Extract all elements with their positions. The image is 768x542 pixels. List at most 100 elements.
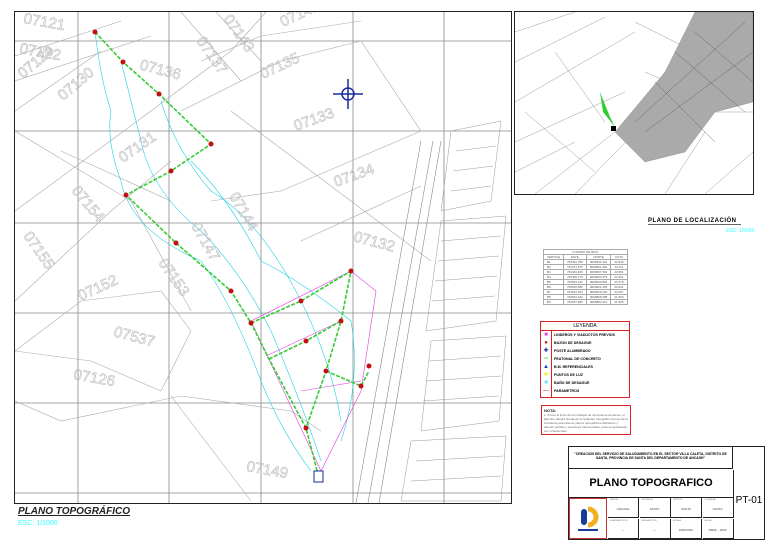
legend-item: BAÑO DE DESAGUE (554, 381, 590, 385)
legend: LEYENDA ■ LINDEROS Y VIADUCTOS PREVIOS ● BU… (540, 321, 630, 398)
sewer-network (94, 31, 370, 479)
table-cell: 763547.386 (562, 299, 587, 305)
line-red-icon: — (543, 388, 549, 394)
table-cell: 21.395 (610, 299, 628, 305)
legend-title: LEYENDA (541, 322, 629, 331)
table-cell: 763510.680 (562, 284, 587, 290)
table-cell: 9006921.483 (585, 284, 612, 290)
cell-value: INDICADA (678, 527, 694, 532)
cell-value: SANTA (649, 507, 660, 511)
table-cell: 9006951.381 (585, 264, 612, 270)
cell-value: ABRIL - 2023 (708, 527, 727, 532)
title-block-cell: FECHA ABRIL - 2023 (702, 518, 734, 539)
title-block-cell: REVISADO POR — (639, 518, 671, 539)
table-cell: B9 (543, 299, 564, 305)
sheet-code: PT-01 (735, 495, 763, 506)
title-block-cell: LOCALIDAD SANTA (702, 498, 734, 518)
urban-blocks (400, 120, 507, 502)
contour-lines (94, 31, 355, 472)
star-yellow-icon: ✱ (543, 372, 549, 378)
title-block-cell: REGION ANCASH (608, 498, 639, 518)
cell-value: — (621, 527, 625, 532)
triangle-blue-icon: ▲ (543, 364, 549, 370)
topographic-map: 07121 07122 07129 07130 07136 07137 07143 07141… (14, 11, 512, 504)
company-logo (569, 498, 607, 539)
bm-table: CUADRO DE BM'S VERTICE ESTE NORTE COTA B1 76… (543, 249, 628, 305)
lot-label: 07135 (258, 50, 303, 83)
property-lines (250, 270, 377, 472)
cell-label: REVISADO POR (641, 519, 657, 522)
lot-label: 07121 (22, 12, 66, 34)
cell-value: ANCASH (616, 507, 630, 511)
lot-label: 07131 (116, 128, 160, 166)
title-block-cell: ELABORADO POR — (608, 518, 639, 539)
location-map (514, 11, 754, 195)
title-block-cell: ESCALA INDICADA (671, 518, 702, 539)
table-row: B9 763547.386 9006884.312 21.395 (543, 299, 628, 305)
legend-item: PUNTOS DE LUZ (554, 373, 583, 377)
cell-value: SANTA (681, 507, 691, 511)
lot-label: 07132 (352, 228, 397, 255)
table-cell: 9006944.379 (585, 274, 612, 280)
legend-item: BUZON DE DESAGUE (554, 341, 592, 345)
location-map-scale: ESC: 1/5000 (726, 228, 755, 234)
plan-name: PLANO TOPOGRAFICO (569, 470, 734, 498)
drawing-sheet: 07121 07122 07129 07130 07136 07137 07143 07141… (0, 0, 768, 542)
cell-label: PROVINCIA (641, 499, 653, 501)
legend-item: PARAMETROS (554, 389, 580, 393)
lot-label: 07153 (155, 256, 193, 300)
lot-label: 07143 (220, 12, 258, 55)
lot-label: 07144 (226, 190, 262, 235)
title-block-cell: PROVINCIA SANTA (639, 498, 671, 518)
table-cell: 9006957.592 (585, 269, 612, 275)
coordinate-grid (15, 12, 511, 503)
table-cell: 763503.211 (562, 279, 587, 285)
main-map-title: PLANO TOPOGRÁFICO (18, 506, 131, 517)
table-cell: 763471.875 (562, 264, 587, 270)
map-canvas: 07121071220712907130 07136 0713707143 07141… (15, 12, 511, 503)
dashed-green-icon: ┅ (544, 356, 548, 362)
legend-item: LINDEROS Y VIADUCTOS PREVIOS (554, 333, 615, 337)
cell-label: DISTRITO (673, 499, 683, 501)
manholes (92, 29, 372, 481)
note-text: 1. Previo al inicio de los trabajos de m… (544, 413, 628, 433)
north-arrow-icon (333, 79, 363, 109)
table-cell: 9006884.312 (585, 299, 612, 305)
cell-label: ELABORADO POR (610, 519, 628, 522)
table-cell: 9006910.420 (585, 289, 612, 295)
lot-label: 07126 (72, 366, 116, 390)
square-cyan-icon: ■ (544, 380, 548, 386)
table-cell: 763484.450 (562, 269, 587, 275)
table-cell: 763490.175 (562, 274, 587, 280)
table-cell: 9006930.862 (585, 279, 612, 285)
lot-label: 07152 (76, 272, 121, 305)
table-cell: 763521.564 (562, 289, 587, 295)
cell-value: — (653, 527, 656, 532)
legend-item: B.M. REFERENCIALES (554, 365, 593, 369)
location-map-title: PLANO DE LOCALIZACIÓN (648, 218, 741, 225)
cell-value: SANTA (712, 507, 723, 511)
lot-label: 07154 (68, 183, 108, 226)
circle-red-icon: ● (544, 340, 548, 346)
project-name: "CREACION DEL SERVICIO DE SALUDAMIENTO E… (569, 447, 733, 469)
main-map-scale: ESC: 1/1000 (18, 520, 58, 527)
lot-label: 07149 (245, 458, 289, 482)
cell-label: FECHA (704, 519, 712, 522)
reservoir-icon (313, 470, 324, 483)
square-magenta-icon: ■ (544, 332, 548, 338)
lot-label: 07134 (332, 161, 377, 191)
title-block: "CREACION DEL SERVICIO DE SALUDAMIENTO E… (568, 446, 765, 540)
lot-label: 07537 (112, 323, 157, 350)
lot-label: 07155 (20, 229, 58, 273)
cell-label: LOCALIDAD (704, 499, 716, 501)
lot-label: 07130 (55, 64, 98, 104)
table-cell: 763534.462 (562, 294, 587, 300)
location-canvas (515, 12, 753, 194)
table-cell: 763461.786 (562, 259, 587, 265)
note-box: NOTA: 1. Previo al inicio de los trabajo… (541, 405, 631, 435)
cross-blue-icon: ✚ (543, 348, 549, 354)
lot-label: 07136 (138, 56, 183, 83)
table-cell: 9006898.088 (585, 294, 612, 300)
cell-label: REGION (610, 499, 618, 501)
cell-label: ESCALA (673, 519, 681, 522)
